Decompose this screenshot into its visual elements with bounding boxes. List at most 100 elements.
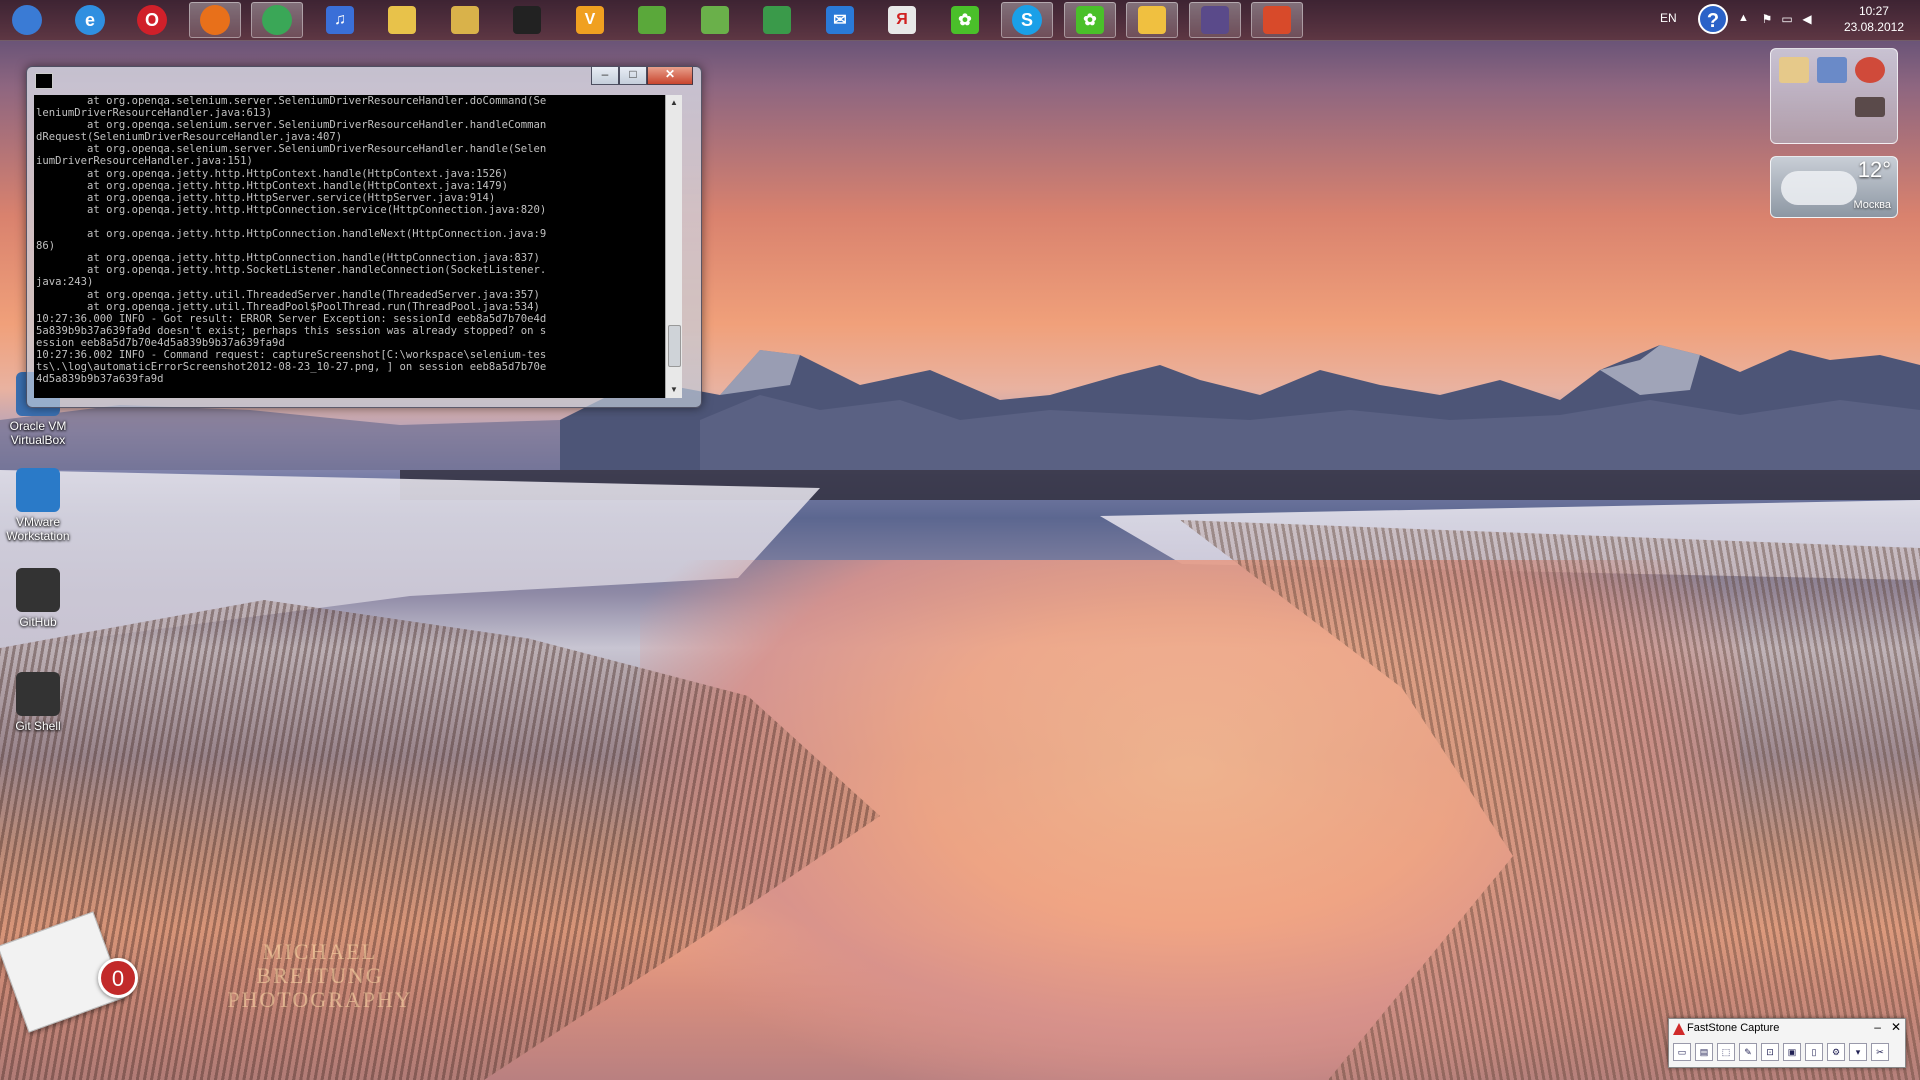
show-hidden-icons-icon[interactable]: ▲ bbox=[1738, 12, 1749, 24]
console-window[interactable]: – □ ✕ at org.openqa.selenium.server.Sele… bbox=[26, 66, 702, 408]
weather-temperature: 12° bbox=[1857, 157, 1891, 182]
taskbar-app-mail[interactable]: ✉ bbox=[814, 2, 866, 38]
desktop-icon-vmware-workstation[interactable]: VMware Workstation bbox=[0, 468, 76, 543]
taskbar-app-skype[interactable]: S bbox=[1001, 2, 1053, 38]
window-controls: – □ ✕ bbox=[591, 67, 693, 85]
ide-icon bbox=[1201, 6, 1229, 34]
console-output-area[interactable]: at org.openqa.selenium.server.SeleniumDr… bbox=[34, 95, 682, 398]
desktop-icon-label: VMware Workstation bbox=[6, 515, 70, 543]
action-center-flag-icon[interactable]: ⚑ bbox=[1760, 12, 1774, 26]
taskbar-app-icq[interactable]: ✿ bbox=[939, 2, 991, 38]
help-icon[interactable]: ? bbox=[1698, 4, 1728, 34]
taskbar: EN ? ▲ ⚑ ▭ ◀ 10:27 23.08.2012 e O ♫ V ✉ Я ✿ S ✿ bbox=[0, 0, 1920, 41]
git-shell-icon bbox=[16, 672, 60, 716]
app-thumb-icon bbox=[1855, 57, 1885, 83]
console-app-icon[interactable] bbox=[35, 73, 53, 89]
taskbar-app-app-v[interactable]: V bbox=[564, 2, 616, 38]
github-icon bbox=[16, 568, 60, 612]
taskbar-app-file-manager[interactable] bbox=[376, 2, 428, 38]
internet-explorer-icon: e bbox=[75, 5, 105, 35]
unread-count-badge: 0 bbox=[98, 958, 138, 998]
mail-icon: ✉ bbox=[826, 6, 854, 34]
taskbar-app-opera[interactable]: O bbox=[126, 2, 178, 38]
taskbar-app-explorer[interactable] bbox=[439, 2, 491, 38]
taskbar-app-evernote[interactable] bbox=[626, 2, 678, 38]
maximize-button[interactable]: □ bbox=[619, 67, 647, 85]
faststone-tool-1[interactable]: ▭ bbox=[1673, 1043, 1691, 1061]
mail-notifier-widget[interactable]: 0 bbox=[0, 911, 138, 1033]
desktop-icon-label: Oracle VM VirtualBox bbox=[9, 419, 67, 447]
explorer-icon bbox=[451, 6, 479, 34]
faststone-tool-2[interactable]: ▤ bbox=[1695, 1043, 1713, 1061]
faststone-tool-7[interactable]: ▯ bbox=[1805, 1043, 1823, 1061]
clock-time: 10:27 bbox=[1858, 4, 1889, 18]
taskbar-app-start-orb[interactable] bbox=[1, 2, 53, 38]
taskbar-app-icq-2[interactable]: ✿ bbox=[1064, 2, 1116, 38]
taskbar-app-java[interactable] bbox=[1251, 2, 1303, 38]
taskbar-app-messenger[interactable] bbox=[1126, 2, 1178, 38]
minimize-button[interactable]: – bbox=[591, 67, 619, 85]
faststone-title: FastStone Capture bbox=[1687, 1022, 1780, 1034]
control-panel-thumb-icon bbox=[1817, 57, 1847, 83]
scroll-down-icon[interactable]: ▼ bbox=[666, 382, 682, 398]
faststone-tool-5[interactable]: ⊡ bbox=[1761, 1043, 1779, 1061]
close-button[interactable]: ✕ bbox=[647, 67, 693, 85]
desktop-icon-git-shell[interactable]: Git Shell bbox=[0, 672, 76, 733]
evernote-icon bbox=[638, 6, 666, 34]
faststone-tool-3[interactable]: ⬚ bbox=[1717, 1043, 1735, 1061]
start-orb-icon bbox=[12, 5, 42, 35]
chrome-icon bbox=[262, 5, 292, 35]
faststone-capture-toolbar[interactable]: FastStone Capture – ✕ ▭ ▤ ⬚ ✎ ⊡ ▣ ▯ ⚙ ▾ ✂ bbox=[1668, 1018, 1906, 1068]
taskbar-app-chrome[interactable] bbox=[251, 2, 303, 38]
opera-icon: O bbox=[137, 5, 167, 35]
file-manager-icon bbox=[388, 6, 416, 34]
spreadsheet-icon bbox=[763, 6, 791, 34]
photographer-watermark: MICHAEL BREITUNG PHOTOGRAPHY bbox=[200, 940, 440, 1012]
taskbar-app-internet-explorer[interactable]: e bbox=[64, 2, 116, 38]
language-indicator[interactable]: EN bbox=[1660, 11, 1677, 25]
slideshow-gadget[interactable] bbox=[1770, 48, 1898, 144]
taskbar-app-epub-reader[interactable] bbox=[501, 2, 553, 38]
faststone-minimize-button[interactable]: – bbox=[1874, 1020, 1881, 1034]
taskbar-app-ide[interactable] bbox=[1189, 2, 1241, 38]
watermark-line2: PHOTOGRAPHY bbox=[227, 987, 413, 1012]
system-tray: EN ? ▲ ⚑ ▭ ◀ 10:27 23.08.2012 bbox=[1620, 0, 1920, 40]
faststone-tool-10[interactable]: ✂ bbox=[1871, 1043, 1889, 1061]
faststone-tool-8[interactable]: ⚙ bbox=[1827, 1043, 1845, 1061]
vmware-workstation-icon bbox=[16, 468, 60, 512]
skype-icon: S bbox=[1012, 5, 1042, 35]
console-titlebar[interactable]: – □ ✕ bbox=[27, 67, 701, 93]
faststone-window-controls: – ✕ bbox=[1874, 1020, 1901, 1034]
faststone-tool-4[interactable]: ✎ bbox=[1739, 1043, 1757, 1061]
icq-icon: ✿ bbox=[951, 6, 979, 34]
volume-icon[interactable]: ◀ bbox=[1800, 12, 1814, 26]
taskbar-app-firefox[interactable] bbox=[189, 2, 241, 38]
taskbar-app-spreadsheet[interactable] bbox=[751, 2, 803, 38]
icq-2-icon: ✿ bbox=[1076, 6, 1104, 34]
epub-reader-icon bbox=[513, 6, 541, 34]
vertical-scrollbar[interactable]: ▲ ▼ bbox=[665, 95, 682, 398]
taskbar-app-yandex[interactable]: Я bbox=[876, 2, 928, 38]
faststone-close-button[interactable]: ✕ bbox=[1891, 1020, 1901, 1034]
clock[interactable]: 10:27 23.08.2012 bbox=[1844, 3, 1904, 35]
folder-thumb-icon bbox=[1779, 57, 1809, 83]
watermark-line1: MICHAEL BREITUNG bbox=[256, 939, 384, 988]
yandex-icon: Я bbox=[888, 6, 916, 34]
desktop-icon-github[interactable]: GitHub bbox=[0, 568, 76, 629]
faststone-tools: ▭ ▤ ⬚ ✎ ⊡ ▣ ▯ ⚙ ▾ ✂ bbox=[1673, 1043, 1901, 1063]
itunes-icon: ♫ bbox=[326, 6, 354, 34]
taskbar-app-network-tool[interactable] bbox=[689, 2, 741, 38]
cloud-icon bbox=[1781, 171, 1857, 205]
weather-city: Москва bbox=[1853, 199, 1891, 211]
console-output-text: at org.openqa.selenium.server.SeleniumDr… bbox=[36, 95, 547, 386]
app-v-icon: V bbox=[576, 6, 604, 34]
taskbar-app-itunes[interactable]: ♫ bbox=[314, 2, 366, 38]
faststone-tool-9[interactable]: ▾ bbox=[1849, 1043, 1867, 1061]
scroll-up-icon[interactable]: ▲ bbox=[666, 95, 682, 111]
desktop-icon-label: Git Shell bbox=[15, 719, 61, 733]
faststone-tool-6[interactable]: ▣ bbox=[1783, 1043, 1801, 1061]
network-icon[interactable]: ▭ bbox=[1780, 12, 1794, 26]
scrollbar-thumb[interactable] bbox=[668, 325, 681, 367]
clock-date: 23.08.2012 bbox=[1843, 20, 1904, 34]
weather-gadget[interactable]: 12° Москва bbox=[1770, 156, 1898, 218]
